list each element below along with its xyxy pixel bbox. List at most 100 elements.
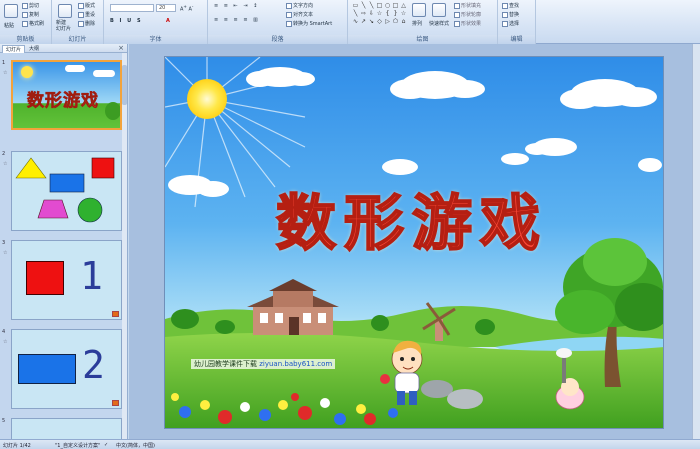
panel-scrollbar[interactable] — [122, 53, 127, 439]
text-direction-icon — [286, 2, 292, 9]
delete-icon — [78, 20, 84, 27]
layout-button[interactable]: 版式 — [78, 2, 95, 9]
bullets-buttons[interactable]: ≡ ≡ ⇤ ⇥ ↕ — [214, 3, 259, 9]
slides-group: 新建 幻灯片 版式 重设 删除 幻灯片 — [52, 0, 104, 44]
delete-button[interactable]: 删除 — [78, 20, 95, 27]
tab-slides[interactable]: 幻灯片 — [2, 45, 26, 53]
cut-button[interactable]: 剪切 — [22, 2, 39, 9]
arrow-shape-icon[interactable]: ⇨ — [360, 11, 367, 17]
paragraph-group: ≡ ≡ ⇤ ⇥ ↕ ≡ ≡ ≡ ≡ ▥ 文字方向 对齐文本 转换为 SmartA… — [208, 0, 348, 44]
reset-button[interactable]: 重设 — [78, 11, 95, 18]
quick-styles-icon[interactable] — [432, 3, 446, 17]
arrow-shape-icon[interactable]: ↗ — [360, 19, 367, 25]
format-painter-button[interactable]: 格式刷 — [22, 20, 44, 27]
text-direction-button[interactable]: 文字方向 — [286, 2, 313, 9]
close-panel-icon[interactable]: × — [118, 44, 124, 53]
slide-caption[interactable]: 幼儿园教学课件下载 ziyuan.baby611.com — [191, 359, 336, 369]
group-label-clipboard: 剪贴板 — [0, 35, 51, 44]
shape-icon[interactable]: ⌂ — [400, 19, 407, 25]
binoculars-icon — [502, 2, 508, 9]
thumbnail-slide-5[interactable] — [11, 418, 122, 439]
editor-scrollbar[interactable] — [692, 44, 700, 439]
arrange-button[interactable]: 排列 — [412, 20, 422, 27]
caption-link[interactable]: ziyuan.baby611.com — [259, 360, 332, 368]
shape-outline-button[interactable]: 形状轮廓 — [454, 11, 481, 18]
sun-icon — [21, 66, 33, 78]
triangle-shape-icon[interactable]: △ — [400, 3, 407, 9]
cloud-icon — [560, 79, 657, 109]
grow-font-button[interactable]: A+ A- — [180, 4, 193, 13]
slides-panel: 幻灯片 大纲 × 1 ☆ 数形游戏 2 ☆ 3 ☆ 1 4 ☆ 2 5 — [0, 44, 128, 439]
font-size-combo[interactable]: 20 — [156, 4, 176, 12]
find-button[interactable]: 查找 — [502, 2, 519, 9]
copy-button[interactable]: 复制 — [22, 11, 39, 18]
align-text-icon — [286, 11, 292, 18]
new-slide-button[interactable]: 新建 幻灯片 — [56, 20, 71, 32]
group-label-slides: 幻灯片 — [52, 35, 103, 44]
align-text-label: 对齐文本 — [293, 12, 314, 18]
shapes-gallery[interactable]: ▭ ╲ ╲ □ ○ □ △ ╲ ⇨ ⇩ ☆{} ☆ ∿ ↗ ↘ ◇ ▷ ⬠ ⌂ — [352, 2, 408, 26]
thumbnail-slide-2[interactable] — [11, 151, 122, 231]
rect-shape-icon[interactable]: □ — [392, 3, 399, 9]
font-color-button[interactable]: A — [166, 18, 170, 24]
cloud-icon — [382, 153, 662, 175]
tab-outline[interactable]: 大纲 — [26, 45, 42, 53]
cloud-icon — [93, 70, 115, 77]
cursor-icon — [502, 20, 508, 27]
scrollbar-thumb[interactable] — [122, 65, 127, 105]
shape-effects-button[interactable]: 形状效果 — [454, 20, 481, 27]
quick-styles-button[interactable]: 快速样式 — [429, 20, 449, 27]
smartart-button[interactable]: 转换为 SmartArt — [286, 20, 332, 27]
current-slide[interactable]: 数形游戏 幼儿园教学课件下载 ziyuan.baby611.com — [164, 56, 664, 429]
cloud-icon — [65, 65, 85, 72]
ribbon: 粘贴 剪切 复制 格式刷 剪贴板 新建 幻灯片 版式 重设 删除 幻灯片 20 … — [0, 0, 700, 44]
blue-rect-icon — [18, 354, 76, 384]
reset-label: 重设 — [85, 12, 96, 18]
paste-button[interactable]: 粘贴 — [4, 22, 14, 29]
rect-shape-icon[interactable]: ▭ — [352, 3, 359, 9]
curve-shape-icon[interactable]: ∿ — [352, 19, 359, 25]
shape-fill-label: 形状填充 — [461, 3, 482, 9]
clipboard-group: 粘贴 剪切 复制 格式刷 剪贴板 — [0, 0, 52, 44]
thumbnail-slide-1[interactable]: 数形游戏 — [11, 60, 122, 130]
oval-shape-icon[interactable]: ○ — [384, 3, 391, 9]
thumbnail-number: 3 — [2, 240, 6, 246]
group-label-paragraph: 段落 — [208, 35, 347, 44]
line-shape-icon[interactable]: ╲ — [368, 3, 375, 9]
group-label-drawing: 绘图 — [348, 35, 497, 44]
shape-fill-button[interactable]: 形状填充 — [454, 2, 481, 9]
slide-title[interactable]: 数形游戏 — [237, 175, 587, 262]
arrange-icon[interactable] — [412, 3, 426, 17]
line-shape-icon[interactable]: ╲ — [360, 3, 367, 9]
arrow-shape-icon[interactable]: ⇩ — [368, 11, 375, 17]
shape-icon[interactable]: ▷ — [384, 19, 391, 25]
font-name-combo[interactable] — [110, 4, 154, 12]
star-shape-icon[interactable]: ☆ — [376, 11, 383, 17]
reset-icon — [78, 11, 84, 18]
rect-shape-icon[interactable]: □ — [376, 3, 383, 9]
arrow-shape-icon[interactable]: ↘ — [368, 19, 375, 25]
line-shape-icon[interactable]: ╲ — [352, 11, 359, 17]
delete-label: 删除 — [85, 21, 96, 27]
animation-star-icon: ☆ — [3, 161, 8, 167]
brace-shape-icon[interactable]: { — [384, 11, 391, 17]
paste-icon[interactable] — [4, 4, 18, 18]
spellcheck-icon[interactable]: ✓ — [104, 442, 108, 448]
brace-shape-icon[interactable]: } — [392, 11, 399, 17]
shape-icon[interactable]: ◇ — [376, 19, 383, 25]
font-style-buttons[interactable]: B I U S — [110, 18, 143, 24]
slide-count: 幻灯片 1/42 — [3, 443, 31, 449]
replace-button[interactable]: 替换 — [502, 11, 519, 18]
align-buttons[interactable]: ≡ ≡ ≡ ≡ ▥ — [214, 17, 260, 23]
pen-icon — [454, 11, 460, 18]
shape-icon[interactable]: ⬠ — [392, 19, 399, 25]
thumbnail-number: 2 — [2, 151, 6, 157]
new-slide-icon[interactable] — [58, 4, 72, 18]
align-text-button[interactable]: 对齐文本 — [286, 11, 313, 18]
star-shape-icon[interactable]: ☆ — [400, 11, 407, 17]
format-painter-label: 格式刷 — [29, 21, 45, 27]
thumbnail-slide-4[interactable]: 2 — [11, 329, 122, 409]
magenta-trapezoid-icon — [37, 199, 69, 219]
thumbnail-slide-3[interactable]: 1 — [11, 240, 122, 320]
select-button[interactable]: 选择 — [502, 20, 519, 27]
